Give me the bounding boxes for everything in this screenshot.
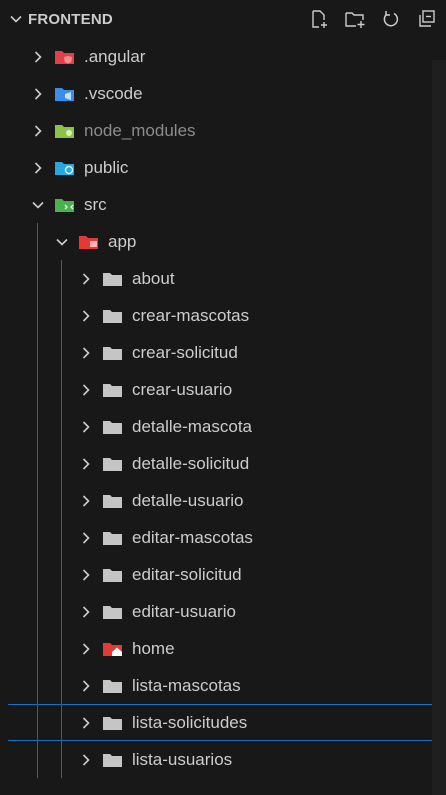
chevron-right-icon[interactable] bbox=[76, 343, 96, 363]
new-folder-icon[interactable] bbox=[344, 8, 366, 30]
chevron-right-icon[interactable] bbox=[76, 713, 96, 733]
indent-guide bbox=[37, 223, 38, 778]
tree-item-detalle-solicitud[interactable]: detalle-solicitud bbox=[0, 445, 446, 482]
indent-guide bbox=[61, 260, 62, 778]
refresh-icon[interactable] bbox=[380, 8, 402, 30]
collapse-all-icon[interactable] bbox=[416, 8, 438, 30]
tree-item-label: detalle-mascota bbox=[132, 416, 253, 436]
tree-item-label: .vscode bbox=[84, 83, 143, 103]
explorer-title: FRONTEND bbox=[28, 10, 113, 28]
node-folder-icon bbox=[54, 122, 76, 140]
folder-icon bbox=[102, 492, 124, 510]
folder-icon bbox=[102, 714, 124, 732]
new-file-icon[interactable] bbox=[308, 8, 330, 30]
chevron-right-icon[interactable] bbox=[76, 491, 96, 511]
tree-item-label: app bbox=[108, 231, 137, 251]
folder-icon bbox=[102, 566, 124, 584]
folder-icon bbox=[102, 455, 124, 473]
tree-item-label: lista-mascotas bbox=[132, 675, 241, 695]
folder-icon bbox=[102, 603, 124, 621]
tree-item-label: crear-solicitud bbox=[132, 342, 238, 362]
folder-icon bbox=[102, 307, 124, 325]
chevron-right-icon[interactable] bbox=[76, 602, 96, 622]
chevron-right-icon[interactable] bbox=[76, 528, 96, 548]
chevron-right-icon[interactable] bbox=[76, 417, 96, 437]
chevron-right-icon[interactable] bbox=[28, 121, 48, 141]
chevron-right-icon[interactable] bbox=[76, 306, 96, 326]
tree-item-label: .angular bbox=[84, 46, 146, 66]
tree-item-label: lista-usuarios bbox=[132, 749, 233, 769]
chevron-right-icon[interactable] bbox=[76, 676, 96, 696]
tree-item-label: detalle-usuario bbox=[132, 490, 244, 510]
folder-icon bbox=[102, 270, 124, 288]
scrollbar[interactable] bbox=[432, 60, 446, 795]
tree-item-src[interactable]: src bbox=[0, 186, 446, 223]
folder-icon bbox=[102, 677, 124, 695]
tree-item-editar-usuario[interactable]: editar-usuario bbox=[0, 593, 446, 630]
tree-item-detalle-mascota[interactable]: detalle-mascota bbox=[0, 408, 446, 445]
tree-item-app[interactable]: app bbox=[0, 223, 446, 260]
chevron-right-icon[interactable] bbox=[28, 158, 48, 178]
angular-folder-icon bbox=[54, 48, 76, 66]
folder-icon bbox=[102, 529, 124, 547]
home-folder-icon bbox=[102, 640, 124, 658]
chevron-right-icon[interactable] bbox=[76, 269, 96, 289]
explorer-actions bbox=[308, 8, 438, 30]
src-folder-icon bbox=[54, 196, 76, 214]
chevron-right-icon[interactable] bbox=[28, 47, 48, 67]
tree-item-crear-solicitud[interactable]: crear-solicitud bbox=[0, 334, 446, 371]
tree-item-about[interactable]: about bbox=[0, 260, 446, 297]
tree-item-label: public bbox=[84, 157, 129, 177]
chevron-down-icon[interactable] bbox=[28, 195, 48, 215]
chevron-right-icon[interactable] bbox=[76, 454, 96, 474]
chevron-right-icon[interactable] bbox=[76, 565, 96, 585]
tree-item-home[interactable]: home bbox=[0, 630, 446, 667]
tree-item-crear-usuario[interactable]: crear-usuario bbox=[0, 371, 446, 408]
tree-item-label: src bbox=[84, 194, 107, 214]
folder-icon bbox=[102, 381, 124, 399]
public-folder-icon bbox=[54, 159, 76, 177]
tree-item-lista-mascotas[interactable]: lista-mascotas bbox=[0, 667, 446, 704]
tree-item-vscode[interactable]: .vscode bbox=[0, 75, 446, 112]
tree-item-label: crear-usuario bbox=[132, 379, 233, 399]
chevron-right-icon[interactable] bbox=[28, 84, 48, 104]
tree-item-detalle-usuario[interactable]: detalle-usuario bbox=[0, 482, 446, 519]
chevron-right-icon[interactable] bbox=[76, 750, 96, 770]
app-folder-icon bbox=[78, 233, 100, 251]
tree-item-label: home bbox=[132, 638, 175, 658]
tree-item-label: node_modules bbox=[84, 120, 196, 140]
tree-item-label: editar-mascotas bbox=[132, 527, 253, 547]
tree-item-node-modules[interactable]: node_modules bbox=[0, 112, 446, 149]
tree-item-editar-mascotas[interactable]: editar-mascotas bbox=[0, 519, 446, 556]
folder-icon bbox=[102, 418, 124, 436]
chevron-right-icon[interactable] bbox=[76, 639, 96, 659]
tree-item-label: detalle-solicitud bbox=[132, 453, 250, 473]
folder-icon bbox=[102, 344, 124, 362]
focus-border-top bbox=[8, 704, 446, 705]
tree-item-public[interactable]: public bbox=[0, 149, 446, 186]
tree-item-label: editar-solicitud bbox=[132, 564, 242, 584]
chevron-down-icon[interactable] bbox=[52, 232, 72, 252]
tree-item-angular[interactable]: .angular bbox=[0, 38, 446, 75]
chevron-right-icon[interactable] bbox=[76, 380, 96, 400]
file-tree: .angular .vscode node_modulespublic src app a… bbox=[0, 38, 446, 778]
tree-item-crear-mascotas[interactable]: crear-mascotas bbox=[0, 297, 446, 334]
chevron-down-icon[interactable] bbox=[4, 7, 28, 31]
vscode-folder-icon bbox=[54, 85, 76, 103]
explorer-panel: FRONTEND .angular .vscode node_modulespubl… bbox=[0, 0, 446, 795]
tree-item-label: lista-solicitudes bbox=[132, 712, 248, 732]
tree-item-label: crear-mascotas bbox=[132, 305, 250, 325]
tree-item-label: editar-usuario bbox=[132, 601, 236, 621]
explorer-header[interactable]: FRONTEND bbox=[0, 0, 446, 38]
folder-icon bbox=[102, 751, 124, 769]
tree-item-lista-solicitudes[interactable]: lista-solicitudes bbox=[0, 704, 446, 741]
tree-item-label: about bbox=[132, 268, 175, 288]
tree-item-editar-solicitud[interactable]: editar-solicitud bbox=[0, 556, 446, 593]
tree-item-lista-usuarios[interactable]: lista-usuarios bbox=[0, 741, 446, 778]
